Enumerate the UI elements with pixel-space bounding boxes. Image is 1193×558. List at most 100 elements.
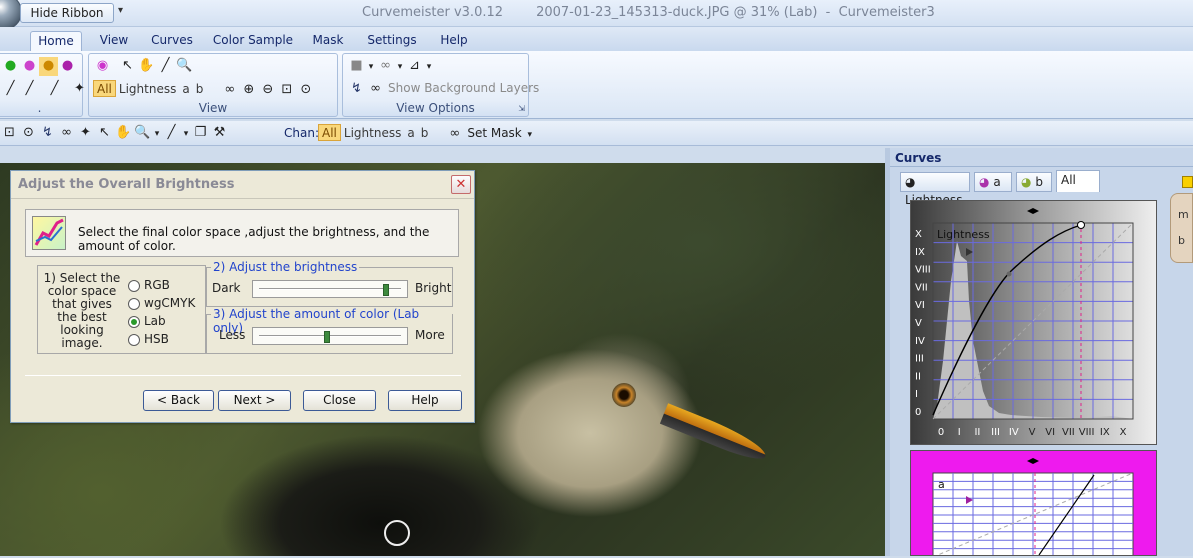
curve-chart-icon[interactable]: ◉ — [93, 57, 112, 76]
curve-point[interactable] — [1006, 271, 1012, 277]
close-button[interactable]: Close — [303, 390, 376, 411]
toolbar-channel-b[interactable]: b — [418, 125, 432, 142]
curves-tab-all[interactable]: All — [1056, 170, 1100, 192]
adjust-brightness-dialog: Adjust the Overall Brightness ✕ Select t… — [10, 170, 475, 423]
quick-access-dropdown-icon[interactable]: ▾ — [118, 5, 123, 16]
dropdown-arrow-icon[interactable]: ▾ — [424, 58, 434, 77]
dropdown-arrow-icon[interactable]: ▾ — [181, 125, 191, 144]
play-marker-icon — [966, 248, 973, 256]
dialog-close-icon[interactable]: ✕ — [451, 175, 471, 194]
lightness-curve-graph[interactable]: Lightness X IX VIII VII VI V IV III II I 0 0 I II III… — [910, 200, 1157, 445]
view-channel-lightness[interactable]: Lightness — [116, 81, 179, 98]
zoom-in-icon[interactable]: ⊕ — [239, 81, 258, 100]
magic-wand-icon[interactable]: ✦ — [70, 80, 89, 99]
next-button[interactable]: Next > — [218, 390, 291, 411]
tab-settings[interactable]: Settings — [362, 31, 422, 51]
hand-icon[interactable]: ✋ — [114, 124, 133, 143]
color-sample-cursor-icon[interactable] — [384, 520, 410, 546]
y-tick-labels: XIXVIIIVIIVIVIVIIIIII0 — [915, 229, 931, 418]
radio-lab-dot[interactable] — [128, 316, 140, 328]
y-tick-label: VII — [915, 282, 928, 293]
tab-curves[interactable]: Curves — [146, 31, 198, 51]
drag-handle-icon[interactable] — [1027, 208, 1039, 214]
zoom-icon[interactable]: ⊙ — [19, 124, 38, 143]
dropdown-arrow-icon[interactable]: ▾ — [152, 125, 162, 144]
y-tick-label: X — [915, 229, 922, 240]
curves-tab-b[interactable]: ◕ b — [1016, 172, 1052, 192]
a-curve-graph[interactable]: a — [910, 450, 1157, 558]
curve-box-icon[interactable]: ⊿ — [405, 57, 424, 76]
glasses-icon[interactable]: ∞ — [220, 81, 239, 100]
radio-lab-label: Lab — [144, 314, 166, 328]
hide-ribbon-button[interactable]: Hide Ribbon — [20, 3, 114, 23]
dialog-title: Adjust the Overall Brightness — [18, 177, 235, 192]
panel-pin-icon[interactable] — [1182, 176, 1193, 188]
curve-endpoint[interactable] — [1077, 221, 1085, 229]
brightness-slider[interactable] — [252, 280, 408, 298]
show-background-layers-button[interactable]: Show Background Layers — [385, 80, 542, 97]
a-ball-icon: ◕ — [979, 175, 990, 189]
tab-view[interactable]: View — [92, 31, 136, 51]
tab-color-sample[interactable]: Color Sample — [210, 31, 296, 51]
side-nav-b[interactable]: b — [1178, 234, 1185, 247]
dropdown-arrow-icon[interactable]: ▾ — [395, 58, 405, 77]
tab-help[interactable]: Help — [434, 31, 474, 51]
mask-glasses-icon[interactable]: ∞ — [57, 124, 76, 143]
copy-icon[interactable]: ❐ — [191, 124, 210, 143]
dialog-launcher-icon[interactable]: ⇲ — [518, 104, 525, 113]
zoom-fit-icon[interactable]: ⊡ — [0, 124, 19, 143]
hand-icon[interactable]: ✋ — [137, 57, 156, 76]
brightness-slider-thumb[interactable] — [382, 284, 389, 296]
radio-rgb-dot[interactable] — [128, 280, 140, 292]
side-nav-m[interactable]: m — [1178, 208, 1189, 221]
color-amount-slider[interactable] — [252, 327, 408, 345]
zoom-icon[interactable]: 🔍 — [175, 57, 194, 76]
rgb-circles-icon[interactable]: ● — [1, 57, 20, 76]
eyedropper-icon[interactable]: ╱ — [1, 80, 20, 99]
help-button[interactable]: Help — [388, 390, 462, 411]
toolbar-channel-lightness[interactable]: Lightness — [341, 125, 404, 142]
pin-icon[interactable]: ↯ — [347, 80, 366, 99]
dropdown-arrow-icon[interactable]: ▾ — [525, 126, 535, 145]
set-mask-button[interactable]: Set Mask — [464, 125, 524, 142]
zoom-fit-icon[interactable]: ⊡ — [277, 81, 296, 100]
curves-tab-lightness[interactable]: ◕ Lightness — [900, 172, 970, 207]
pointer-icon[interactable]: ↖ — [118, 57, 137, 76]
glasses-icon[interactable]: ∞ — [366, 80, 385, 99]
eyedropper-icon[interactable]: ╱ — [162, 124, 181, 143]
mask-glasses-icon[interactable]: ∞ — [445, 125, 464, 144]
toolbar-channel-all[interactable]: All — [318, 124, 341, 141]
dropdown-arrow-icon[interactable]: ▾ — [366, 58, 376, 77]
pin-icon[interactable]: ↯ — [38, 124, 57, 143]
view-channel-all[interactable]: All — [93, 80, 116, 97]
tab-home[interactable]: Home — [30, 31, 82, 51]
magic-wand-icon[interactable]: ✦ — [76, 124, 95, 143]
eyedropper-icon[interactable]: ╱ — [45, 80, 64, 99]
pointer-icon[interactable]: ↖ — [95, 124, 114, 143]
drag-handle-icon[interactable] — [1027, 458, 1039, 464]
wrench-icon[interactable]: ⚒ — [210, 124, 229, 143]
radio-hsb-dot[interactable] — [128, 334, 140, 346]
eyedropper-icon[interactable]: ╱ — [156, 57, 175, 76]
curves-tab-a[interactable]: ◕ a — [974, 172, 1012, 192]
color-amount-slider-thumb[interactable] — [324, 331, 330, 343]
toolbar-channel-a[interactable]: a — [404, 125, 417, 142]
tab-mask[interactable]: Mask — [306, 31, 350, 51]
lightness-curve-svg: Lightness XIXVIIIVIIVIVIVIIIIII0 0 I II III… — [915, 208, 1134, 438]
layer-square-icon[interactable]: ■ — [347, 57, 366, 76]
mask-glasses-icon[interactable]: ∞ — [376, 57, 395, 76]
radio-wgcmyk-dot[interactable] — [128, 298, 140, 310]
zoom-icon[interactable]: ⊙ — [296, 81, 315, 100]
zoom-icon[interactable]: 🔍 — [133, 124, 152, 143]
color-mix-icon[interactable]: ● — [58, 57, 77, 76]
x-tick-label: I — [958, 427, 961, 438]
eyedropper-icon[interactable]: ╱ — [20, 80, 39, 99]
color-wheel-icon[interactable]: ● — [39, 57, 58, 76]
color-balls-icon[interactable]: ● — [20, 57, 39, 76]
back-button[interactable]: < Back — [143, 390, 214, 411]
view-channel-a[interactable]: a — [179, 81, 192, 98]
view-channel-b[interactable]: b — [193, 81, 207, 98]
zoom-out-icon[interactable]: ⊖ — [258, 81, 277, 100]
x-tick-label: II — [974, 427, 980, 438]
x-tick-label: IV — [1009, 427, 1019, 438]
